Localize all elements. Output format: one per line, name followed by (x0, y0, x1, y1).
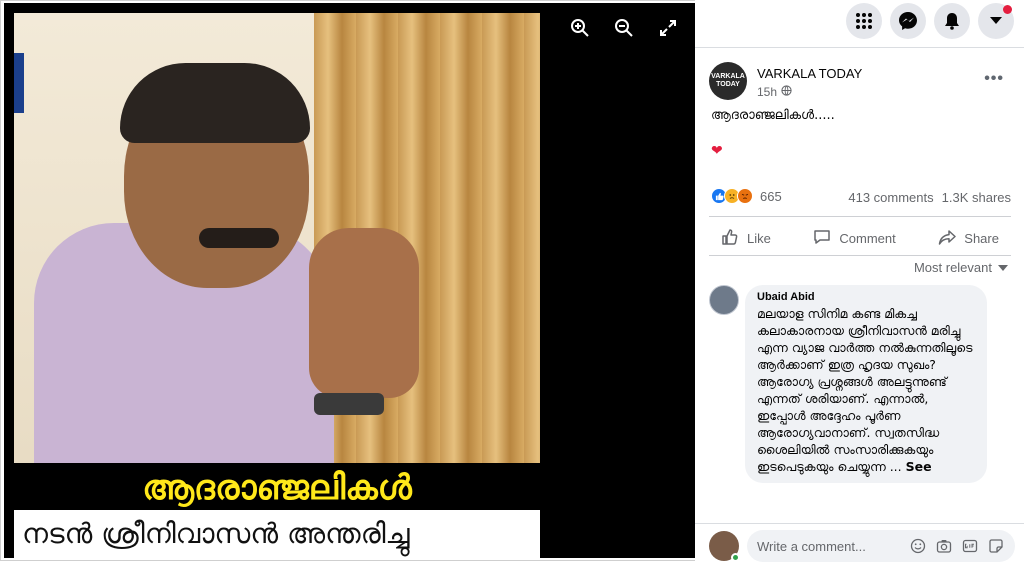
gif-icon[interactable] (961, 537, 979, 555)
person-hair (120, 63, 310, 143)
comment-bubble: Ubaid Abid മലയാള സിനിമ കണ്ട മികച്ച കലാകാ… (745, 285, 987, 483)
caret-down-icon[interactable] (978, 3, 1014, 39)
share-arrow-icon (938, 228, 957, 249)
photo-edge-strip (14, 53, 24, 113)
post-photo[interactable]: ആദരാഞ്ജലികൾ നടൻ ശ്രീനിവാസൻ അന്തരിച്ചു (14, 13, 540, 558)
user-avatar[interactable] (709, 531, 740, 562)
like-button[interactable]: Like (709, 222, 783, 255)
post-timestamp[interactable]: 15h (757, 85, 862, 99)
camera-icon[interactable] (935, 537, 953, 555)
photo-caption-title: ആദരാഞ്ജലികൾ (142, 468, 412, 508)
page-meta: VARKALA TODAY 15h (757, 62, 862, 99)
zoom-in-icon[interactable] (569, 17, 591, 39)
comment-item: Ubaid Abid മലയാള സിനിമ കണ്ട മികച്ച കലാകാ… (709, 285, 1019, 523)
viewer-toolbar (569, 17, 679, 39)
messenger-icon[interactable] (890, 3, 926, 39)
post-panel: VARKALA TODAY VARKALA TODAY 15h ••• ആദരാ… (695, 0, 1024, 562)
post-text: ആദരാഞ്ജലികൾ..... (711, 108, 835, 123)
comments-count[interactable]: 413 comments (848, 190, 933, 205)
page-name[interactable]: VARKALA TODAY (757, 66, 862, 81)
emoji-icon[interactable] (909, 537, 927, 555)
comment-text: മലയാള സിനിമ കണ്ട മികച്ച കലാകാരനായ ശ്രീനി… (757, 305, 977, 475)
page-avatar[interactable]: VARKALA TODAY (709, 62, 747, 100)
bell-icon[interactable] (934, 3, 970, 39)
composer-tools (909, 537, 1005, 555)
person-mustache (199, 228, 279, 248)
photo-caption-subtitle: നടൻ ശ്രീനിവാസൻ അന്തരിച്ചു (14, 510, 540, 558)
zoom-out-icon[interactable] (613, 17, 635, 39)
post-time-text: 15h (757, 85, 778, 99)
divider (709, 255, 1011, 256)
comment-input[interactable]: Write a comment... (747, 530, 1015, 562)
share-label: Share (964, 231, 999, 246)
post-stats: 413 comments 1.3K shares (848, 190, 1011, 205)
sticker-icon[interactable] (987, 537, 1005, 555)
see-more-link[interactable]: See (906, 459, 932, 474)
angry-reaction-icon (737, 188, 753, 204)
divider (695, 47, 1024, 48)
comment-button[interactable]: Comment (801, 222, 907, 255)
like-label: Like (747, 231, 771, 246)
more-options-icon[interactable]: ••• (984, 70, 1004, 88)
comment-composer: Write a comment... (709, 530, 1015, 562)
comment-sort-dropdown[interactable]: Most relevant (914, 260, 1008, 275)
fullscreen-icon[interactable] (657, 17, 679, 39)
globe-icon (781, 85, 792, 99)
post-actions: Like Comment Share (709, 222, 1011, 255)
chevron-down-icon (998, 260, 1008, 275)
comment-body: മലയാള സിനിമ കണ്ട മികച്ച കലാകാരനായ ശ്രീനി… (757, 306, 973, 474)
reaction-summary[interactable]: 665 (711, 188, 782, 204)
photo-viewer: ആദരാഞ്ജലികൾ നടൻ ശ്രീനിവാസൻ അന്തരിച്ചു (4, 3, 695, 558)
person-watch (314, 393, 384, 415)
photo-person (34, 53, 354, 463)
commenter-avatar[interactable] (709, 285, 739, 315)
shares-count[interactable]: 1.3K shares (942, 190, 1011, 205)
commenter-name[interactable]: Ubaid Abid (757, 291, 977, 303)
notification-dot (1003, 5, 1012, 14)
grid-menu-icon[interactable] (846, 3, 882, 39)
person-hand (309, 228, 419, 398)
heart-emoji: ❤ (711, 142, 723, 158)
comment-label: Comment (839, 231, 896, 246)
top-nav (846, 3, 1014, 39)
comment-bubble-icon (813, 228, 831, 249)
sort-label: Most relevant (913, 260, 992, 275)
share-button[interactable]: Share (926, 222, 1011, 255)
divider (695, 523, 1024, 524)
reaction-count: 665 (760, 188, 782, 204)
post-header: VARKALA TODAY VARKALA TODAY 15h (709, 62, 862, 100)
divider (709, 216, 1011, 217)
thumbs-up-icon (721, 228, 739, 249)
comment-input-placeholder: Write a comment... (757, 538, 866, 554)
